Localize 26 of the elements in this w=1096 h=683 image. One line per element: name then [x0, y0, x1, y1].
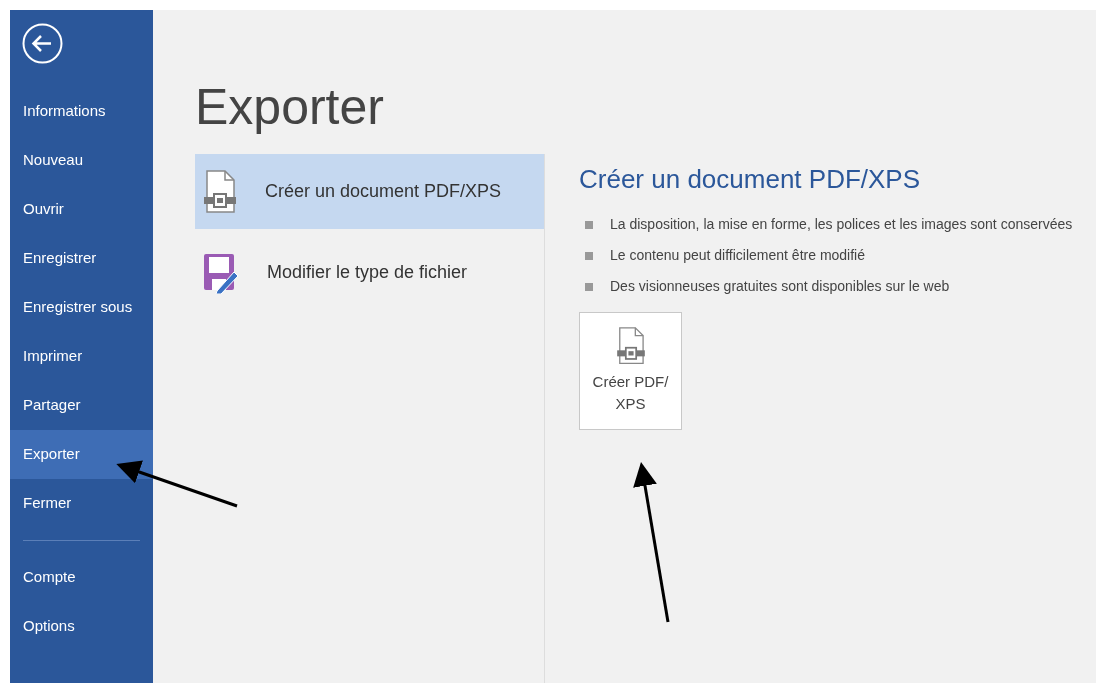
page-title: Exporter	[195, 82, 385, 132]
sidebar-item[interactable]: Compte	[10, 553, 153, 602]
bullet-icon	[585, 220, 593, 229]
bullet-text: Le contenu peut difficilement être modifié	[610, 246, 865, 265]
sidebar-item[interactable]: Informations	[10, 87, 153, 136]
sidebar-item[interactable]: Enregistrer sous	[10, 283, 153, 332]
sidebar-item[interactable]: Ouvrir	[10, 185, 153, 234]
section-heading: Créer un document PDF/XPS	[579, 163, 922, 196]
sidebar-item[interactable]: Exporter	[10, 430, 153, 479]
sidebar-item[interactable]: Imprimer	[10, 332, 153, 381]
bullet-icon	[585, 251, 593, 260]
bullet-text: La disposition, la mise en forme, les polices et les images sont conservées	[610, 215, 1073, 234]
export-option[interactable]: Modifier le type de fichier	[195, 235, 544, 310]
floppy-pencil-icon	[203, 251, 239, 294]
sidebar-item[interactable]: Options	[10, 602, 153, 651]
pdf-document-icon	[203, 169, 237, 214]
back-icon[interactable]	[22, 23, 63, 64]
bullet-text: Des visionneuses gratuites sont disponibles sur le web	[610, 277, 950, 296]
export-option[interactable]: Créer un document PDF/XPS	[195, 154, 544, 229]
sidebar-item[interactable]: Partager	[10, 381, 153, 430]
sidebar-item[interactable]: Nouveau	[10, 136, 153, 185]
sidebar-item[interactable]: Enregistrer	[10, 234, 153, 283]
create-pdf-button[interactable]: Créer PDF/ XPS	[579, 312, 682, 430]
bullet-icon	[585, 282, 593, 291]
pdf-document-icon	[615, 327, 646, 365]
sidebar-item[interactable]: Fermer	[10, 479, 153, 528]
